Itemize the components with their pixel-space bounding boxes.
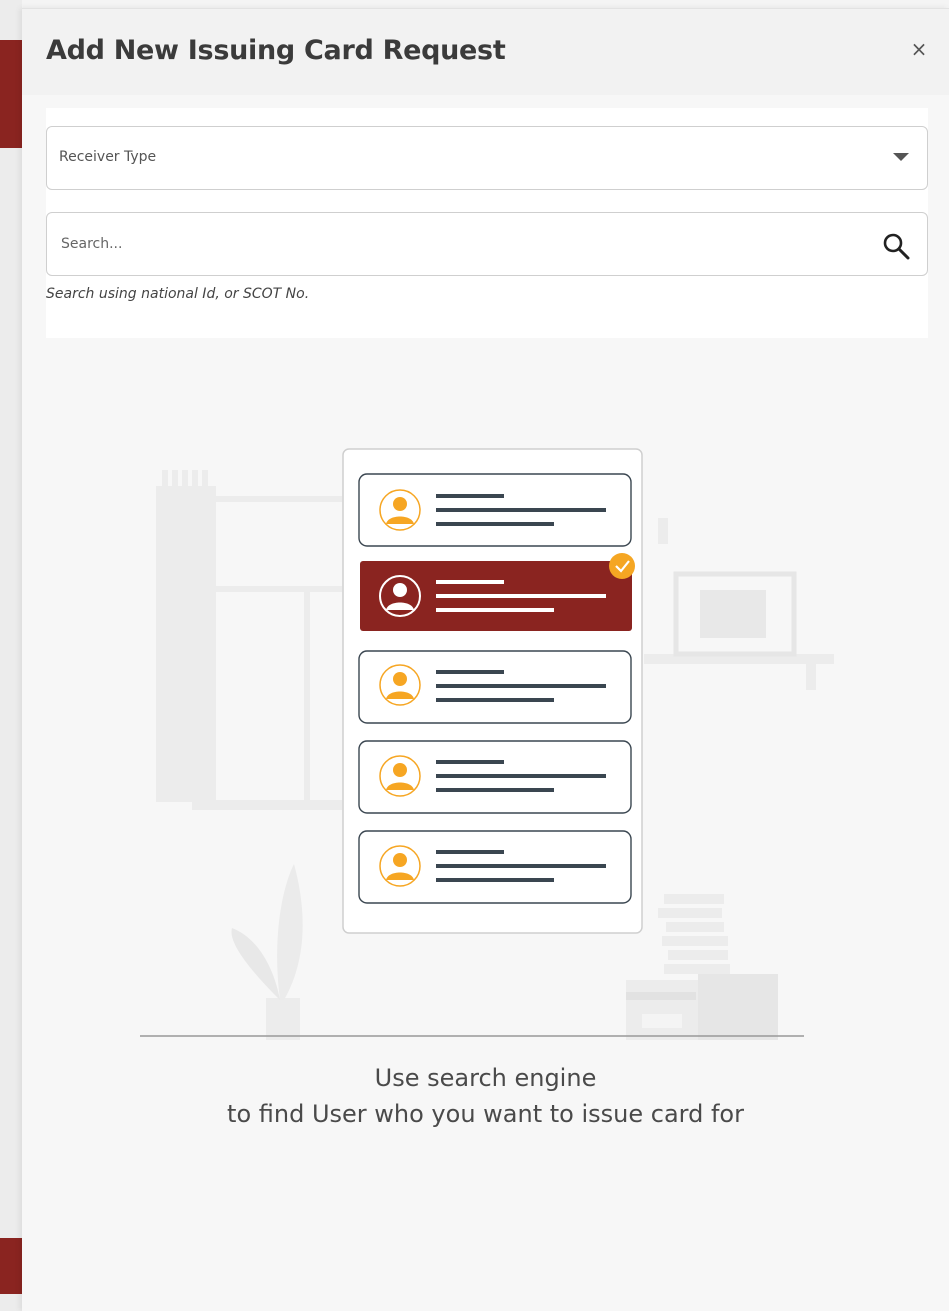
empty-state-title: Use search engine [374,1064,597,1092]
empty-state-subtitle: to find User who you want to issue card … [227,1100,744,1128]
issuing-card-modal: Add New Issuing Card Request × Receiver … [22,8,949,1311]
user-card [358,650,632,724]
user-card [358,830,632,904]
user-card-selected [360,553,635,631]
background-accent-bottom [0,1238,22,1294]
user-card [358,740,632,814]
background-accent-top [0,40,22,148]
background-page-strip [0,0,22,1311]
check-icon [609,553,635,579]
user-card [358,473,632,547]
